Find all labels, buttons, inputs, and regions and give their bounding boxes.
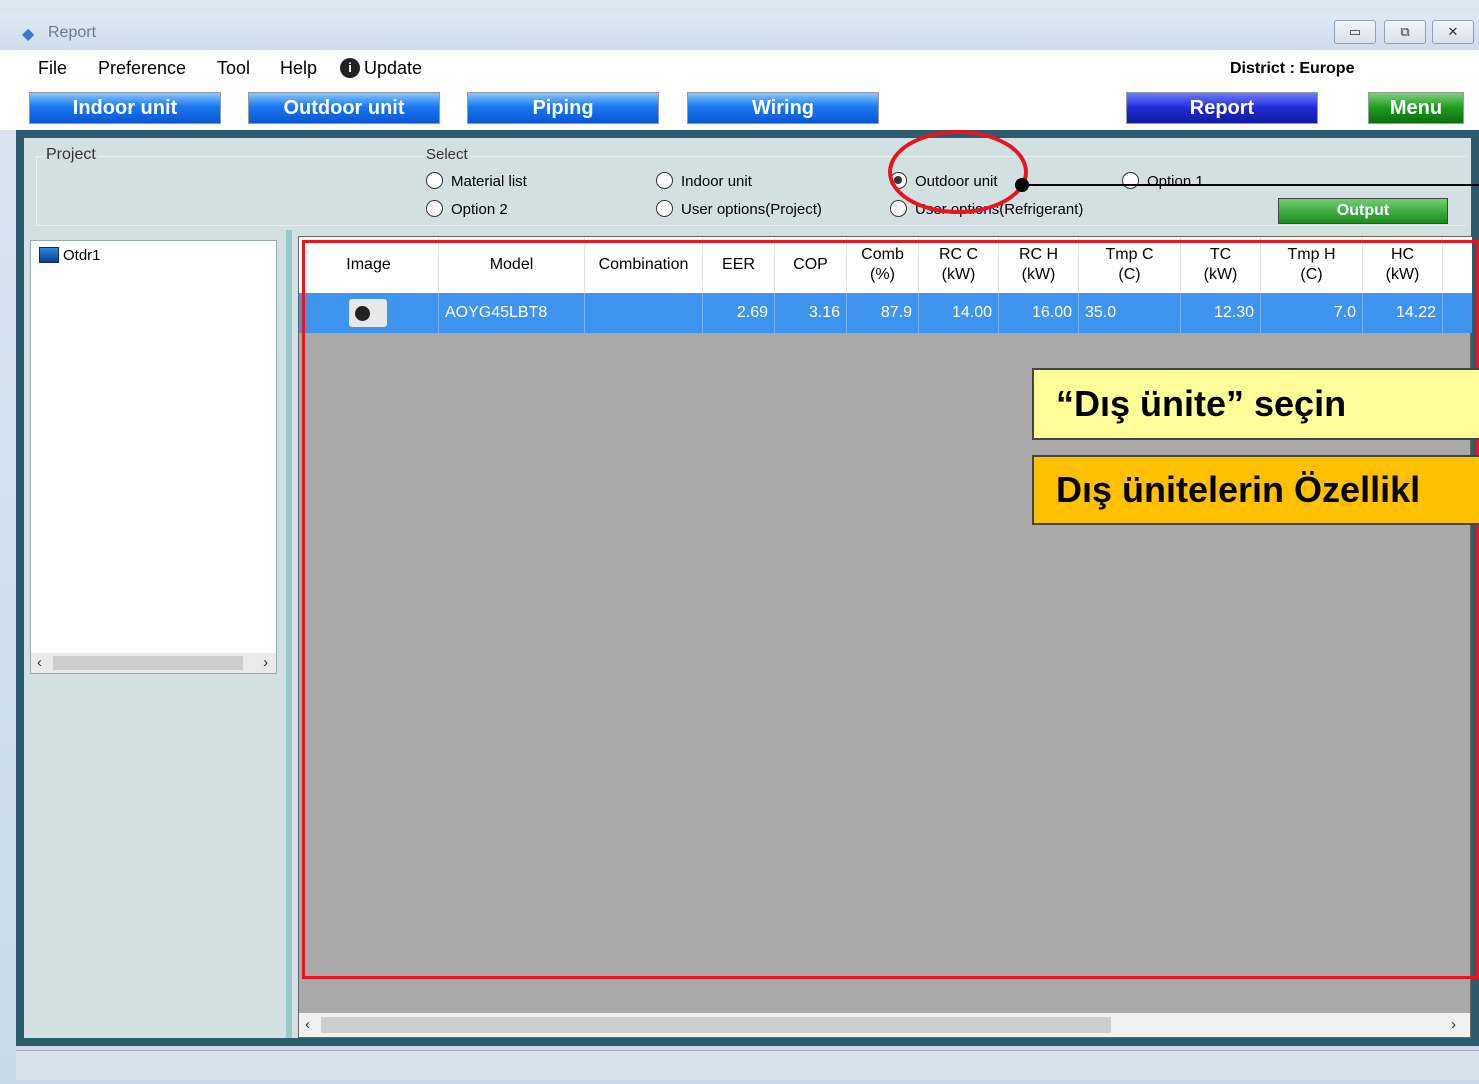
col-hc[interactable]: HC (kW) [1363,237,1443,293]
district-label: District : Europe [1230,60,1355,77]
outdoor-unit-icon [39,247,59,263]
col-tc[interactable]: TC (kW) [1181,237,1261,293]
menu-tool[interactable]: Tool [217,58,250,79]
project-label: Project [44,146,98,164]
cell-cop: 3.16 [775,293,847,333]
radio-label: User options(Project) [681,201,822,218]
radio-option-1[interactable]: Option 1 [1122,172,1204,190]
col-model[interactable]: Model [439,237,585,293]
table-row[interactable]: AOYG45LBT8 2.69 3.16 87.9 14.00 16.00 35… [299,293,1472,333]
specs-table: Image Model Combination EER COP Comb (%)… [298,236,1472,1038]
menu-update[interactable]: i Update [340,58,422,79]
col-tmp-c[interactable]: Tmp C (C) [1079,237,1181,293]
col-cop[interactable]: COP [775,237,847,293]
report-window: ◆ Report ▭ ⧉ ✕ File Preference Tool Help… [0,0,1479,1084]
title-bar: ◆ Report ▭ ⧉ ✕ [0,14,1479,50]
cell-comb: 87.9 [847,293,919,333]
app-icon: ◆ [22,26,35,43]
col-combination[interactable]: Combination [585,237,703,293]
menu-preference[interactable]: Preference [98,58,186,79]
main-frame: Project Select Material list Indoor unit… [16,130,1479,1046]
col-image[interactable]: Image [299,237,439,293]
radio-label: Outdoor unit [915,173,998,190]
radio-label: Option 2 [451,201,508,218]
nav-toolbar: Indoor unit Outdoor unit Piping Wiring R… [0,86,1479,130]
cell-image [299,293,439,333]
cell-rc-c: 14.00 [919,293,999,333]
radio-indoor-unit[interactable]: Indoor unit [656,172,752,190]
cell-rc-h: 16.00 [999,293,1079,333]
radio-label: Indoor unit [681,173,752,190]
outdoor-unit-image-icon [349,299,387,327]
wiring-button[interactable]: Wiring [687,92,879,124]
select-label: Select [424,146,470,163]
outdoor-unit-button[interactable]: Outdoor unit [248,92,440,124]
tree-item-otdr1[interactable]: Otdr1 [39,247,101,264]
panel-splitter[interactable] [286,230,292,1038]
radio-outdoor-unit[interactable]: Outdoor unit [890,172,998,190]
cell-tmp-h: 7.0 [1261,293,1363,333]
radio-label: Material list [451,173,527,190]
radio-circle-icon [656,200,673,217]
menu-button[interactable]: Menu [1368,92,1464,124]
tree-item-label: Otdr1 [63,247,101,264]
radio-circle-icon [1122,172,1139,189]
info-icon: i [340,58,360,78]
cell-eer: 2.69 [703,293,775,333]
maximize-button[interactable]: ⧉ [1384,20,1426,44]
radio-label: User options(Refrigerant) [915,201,1084,218]
radio-circle-icon [656,172,673,189]
radio-label: Option 1 [1147,173,1204,190]
radio-material-list[interactable]: Material list [426,172,527,190]
report-button[interactable]: Report [1126,92,1318,124]
col-rc-c[interactable]: RC C (kW) [919,237,999,293]
radio-circle-icon [890,200,907,217]
cell-tmp-c: 35.0 [1079,293,1181,333]
radio-circle-icon [426,172,443,189]
content-panel: Project Select Material list Indoor unit… [24,138,1472,1038]
indoor-unit-button[interactable]: Indoor unit [29,92,221,124]
menu-help[interactable]: Help [280,58,317,79]
cell-hc: 14.22 [1363,293,1443,333]
close-button[interactable]: ✕ [1432,20,1474,44]
col-comb[interactable]: Comb (%) [847,237,919,293]
table-header: Image Model Combination EER COP Comb (%)… [299,237,1472,293]
scroll-right-icon[interactable]: › [263,654,268,671]
callout-select-outdoor: “Dış ünite” seçin [1032,368,1479,440]
project-tree: Otdr1 ‹ › [30,240,277,674]
tree-scrollbar[interactable]: ‹ › [31,653,276,673]
tree-scroll-thumb[interactable] [53,656,243,670]
radio-option-2[interactable]: Option 2 [426,200,508,218]
scroll-left-icon[interactable]: ‹ [37,654,42,671]
radio-user-options-refrigerant[interactable]: User options(Refrigerant) [890,200,1083,218]
menu-bar: File Preference Tool Help i Update Distri… [0,50,1479,86]
cell-model: AOYG45LBT8 [439,293,585,333]
radio-circle-icon [426,200,443,217]
minimize-button[interactable]: ▭ [1334,20,1376,44]
scroll-right-icon[interactable]: › [1451,1016,1456,1033]
col-tmp-h[interactable]: Tmp H (C) [1261,237,1363,293]
callout-pointer-line [1022,184,1479,186]
scroll-left-icon[interactable]: ‹ [305,1016,310,1033]
col-eer[interactable]: EER [703,237,775,293]
radio-user-options-project[interactable]: User options(Project) [656,200,822,218]
callout-outdoor-specs: Dış ünitelerin Özellikl [1032,455,1479,525]
cell-combination [585,293,703,333]
menu-file[interactable]: File [38,58,67,79]
table-scroll-thumb[interactable] [321,1017,1111,1033]
output-button[interactable]: Output [1278,198,1448,224]
col-rc-h[interactable]: RC H (kW) [999,237,1079,293]
window-title: Report [48,24,97,41]
callout-pointer-dot [1015,178,1029,192]
update-label: Update [364,58,423,78]
table-scrollbar[interactable]: ‹ › [299,1013,1470,1037]
piping-button[interactable]: Piping [467,92,659,124]
status-bar [16,1050,1479,1080]
cell-tc: 12.30 [1181,293,1261,333]
radio-selected-icon [890,172,907,189]
